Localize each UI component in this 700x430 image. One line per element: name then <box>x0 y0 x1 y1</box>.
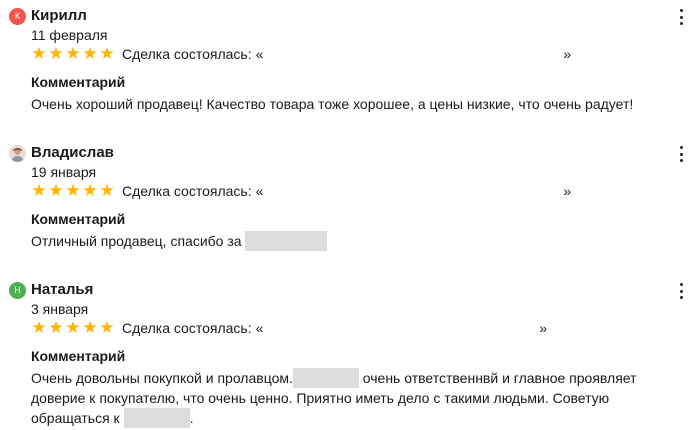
user-photo-icon[interactable] <box>9 145 26 162</box>
author-name[interactable]: Владислав <box>31 143 114 163</box>
review-date: 11 февраля <box>31 27 108 43</box>
star-icon: ★ <box>82 181 98 200</box>
author-name[interactable]: Кирилл <box>31 6 87 26</box>
star-rating: ★ ★ ★ ★ ★ <box>31 182 115 200</box>
reviews-list: К Кирилл 11 февраля ★ ★ ★ ★ ★ Сделка сос… <box>0 0 700 430</box>
review-header: Н Наталья <box>0 280 700 300</box>
review-header: К Кирилл <box>0 6 700 26</box>
more-options-icon[interactable] <box>680 283 684 299</box>
star-icon: ★ <box>31 44 47 63</box>
star-icon: ★ <box>31 181 47 200</box>
redacted-text <box>292 368 359 388</box>
star-icon: ★ <box>99 181 115 200</box>
deal-label: Сделка состоялась: <box>122 183 252 199</box>
comment-text: Очень довольны покупкой и пролавцом. оче… <box>31 368 691 428</box>
redacted-text <box>245 231 328 251</box>
comment-text-part: Очень довольны покупкой и пролавцом. <box>31 370 293 386</box>
rating-row: ★ ★ ★ ★ ★ Сделка состоялась: « » <box>31 181 571 201</box>
review-item: К Кирилл 11 февраля ★ ★ ★ ★ ★ Сделка сос… <box>0 6 700 112</box>
deal-quote-open: « <box>255 320 264 336</box>
review-date: 3 января <box>31 301 89 317</box>
comment-text: Отличный продавец, спасибо за <box>31 231 691 251</box>
deal-label: Сделка состоялась: <box>122 46 252 62</box>
star-icon: ★ <box>48 44 64 63</box>
rating-row: ★ ★ ★ ★ ★ Сделка состоялась: « » <box>31 318 547 338</box>
star-icon: ★ <box>31 318 47 337</box>
author-name[interactable]: Наталья <box>31 280 93 300</box>
star-icon: ★ <box>48 318 64 337</box>
star-icon: ★ <box>82 318 98 337</box>
deal-quote-close: » <box>563 183 572 199</box>
review-item: Владислав 19 января ★ ★ ★ ★ ★ Сделка сос… <box>0 143 700 251</box>
deal-quote-close: » <box>563 46 572 62</box>
comment-text-part: . <box>189 410 194 426</box>
star-icon: ★ <box>82 44 98 63</box>
review-header: Владислав <box>0 143 700 163</box>
review-date: 19 января <box>31 164 97 180</box>
comment-title: Комментарий <box>31 348 126 364</box>
comment-text-part: Отличный продавец, спасибо за <box>31 233 246 249</box>
redacted-text <box>123 408 190 428</box>
star-rating: ★ ★ ★ ★ ★ <box>31 319 115 337</box>
deal-quote-open: « <box>255 46 264 62</box>
star-icon: ★ <box>65 181 81 200</box>
star-icon: ★ <box>65 44 81 63</box>
deal-quote-close: » <box>539 320 548 336</box>
star-icon: ★ <box>99 44 115 63</box>
comment-title: Комментарий <box>31 211 126 227</box>
star-icon: ★ <box>65 318 81 337</box>
star-icon: ★ <box>99 318 115 337</box>
avatar[interactable]: Н <box>9 282 26 299</box>
more-options-icon[interactable] <box>680 146 684 162</box>
deal-label: Сделка состоялась: <box>122 320 252 336</box>
comment-title: Комментарий <box>31 74 126 90</box>
more-options-icon[interactable] <box>680 9 684 25</box>
star-rating: ★ ★ ★ ★ ★ <box>31 45 115 63</box>
comment-text: Очень хороший продавец! Качество товара … <box>31 96 634 112</box>
rating-row: ★ ★ ★ ★ ★ Сделка состоялась: « » <box>31 44 571 64</box>
avatar[interactable]: К <box>9 8 26 25</box>
review-item: Н Наталья 3 января ★ ★ ★ ★ ★ Сделка сост… <box>0 280 700 428</box>
deal-quote-open: « <box>255 183 264 199</box>
star-icon: ★ <box>48 181 64 200</box>
